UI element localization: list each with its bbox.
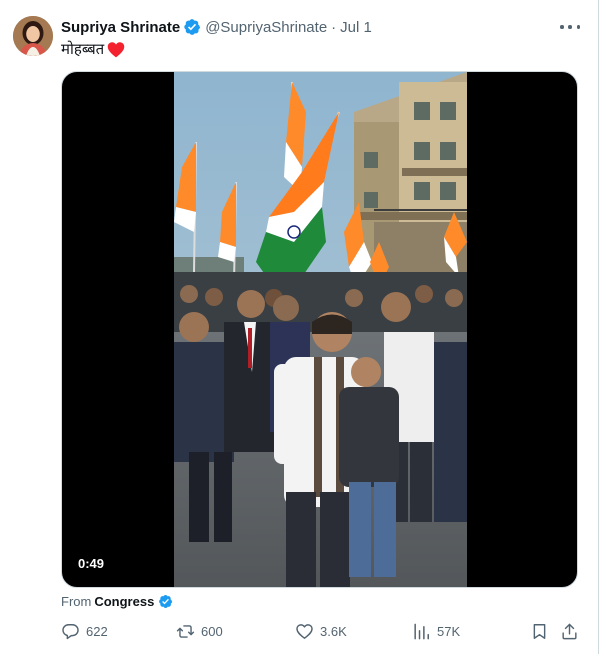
author-handle[interactable]: @SupriyaShrinate bbox=[205, 19, 327, 36]
retweet-icon bbox=[176, 624, 195, 638]
bookmark-button[interactable] bbox=[530, 620, 555, 642]
source-prefix: From bbox=[61, 593, 92, 609]
reply-icon bbox=[62, 623, 79, 639]
heart-emoji-icon bbox=[107, 41, 125, 57]
tweet-header: Supriya Shrinate @SupriyaShrinate · Jul … bbox=[61, 17, 372, 37]
like-button[interactable]: 3.6K bbox=[295, 620, 347, 642]
avatar-photo bbox=[13, 16, 53, 56]
verified-badge-icon[interactable] bbox=[183, 18, 201, 36]
tweet-date[interactable]: Jul 1 bbox=[340, 19, 372, 36]
verified-badge-icon bbox=[159, 594, 173, 608]
video-frame bbox=[174, 72, 467, 587]
share-icon bbox=[562, 623, 577, 639]
tweet-card[interactable]: Supriya Shrinate @SupriyaShrinate · Jul … bbox=[0, 0, 599, 654]
share-button[interactable] bbox=[560, 620, 585, 642]
reply-button[interactable]: 622 bbox=[61, 620, 108, 642]
video-thumbnail bbox=[174, 72, 467, 587]
reply-count: 622 bbox=[86, 623, 108, 639]
tweet-text-content: मोहब्बत bbox=[61, 41, 105, 58]
action-bar: 622 600 3.6K 57K bbox=[61, 620, 581, 642]
views-button[interactable]: 57K bbox=[412, 620, 460, 642]
like-count: 3.6K bbox=[320, 623, 347, 639]
source-name[interactable]: Congress bbox=[94, 594, 154, 609]
retweet-count: 600 bbox=[201, 623, 223, 639]
views-count: 57K bbox=[437, 623, 461, 639]
views-chart-icon bbox=[414, 623, 429, 639]
bookmark-icon bbox=[533, 623, 546, 639]
video-player[interactable]: 0:49 bbox=[61, 71, 578, 588]
retweet-button[interactable]: 600 bbox=[176, 620, 223, 642]
separator-dot: · bbox=[331, 18, 337, 36]
video-duration: 0:49 bbox=[72, 554, 111, 573]
more-options-icon[interactable] bbox=[560, 18, 580, 36]
source-label: From Congress bbox=[61, 592, 173, 610]
avatar[interactable] bbox=[13, 16, 53, 56]
tweet-text: मोहब्बत bbox=[61, 38, 125, 60]
like-heart-icon bbox=[296, 623, 313, 639]
author-name[interactable]: Supriya Shrinate bbox=[61, 19, 180, 36]
